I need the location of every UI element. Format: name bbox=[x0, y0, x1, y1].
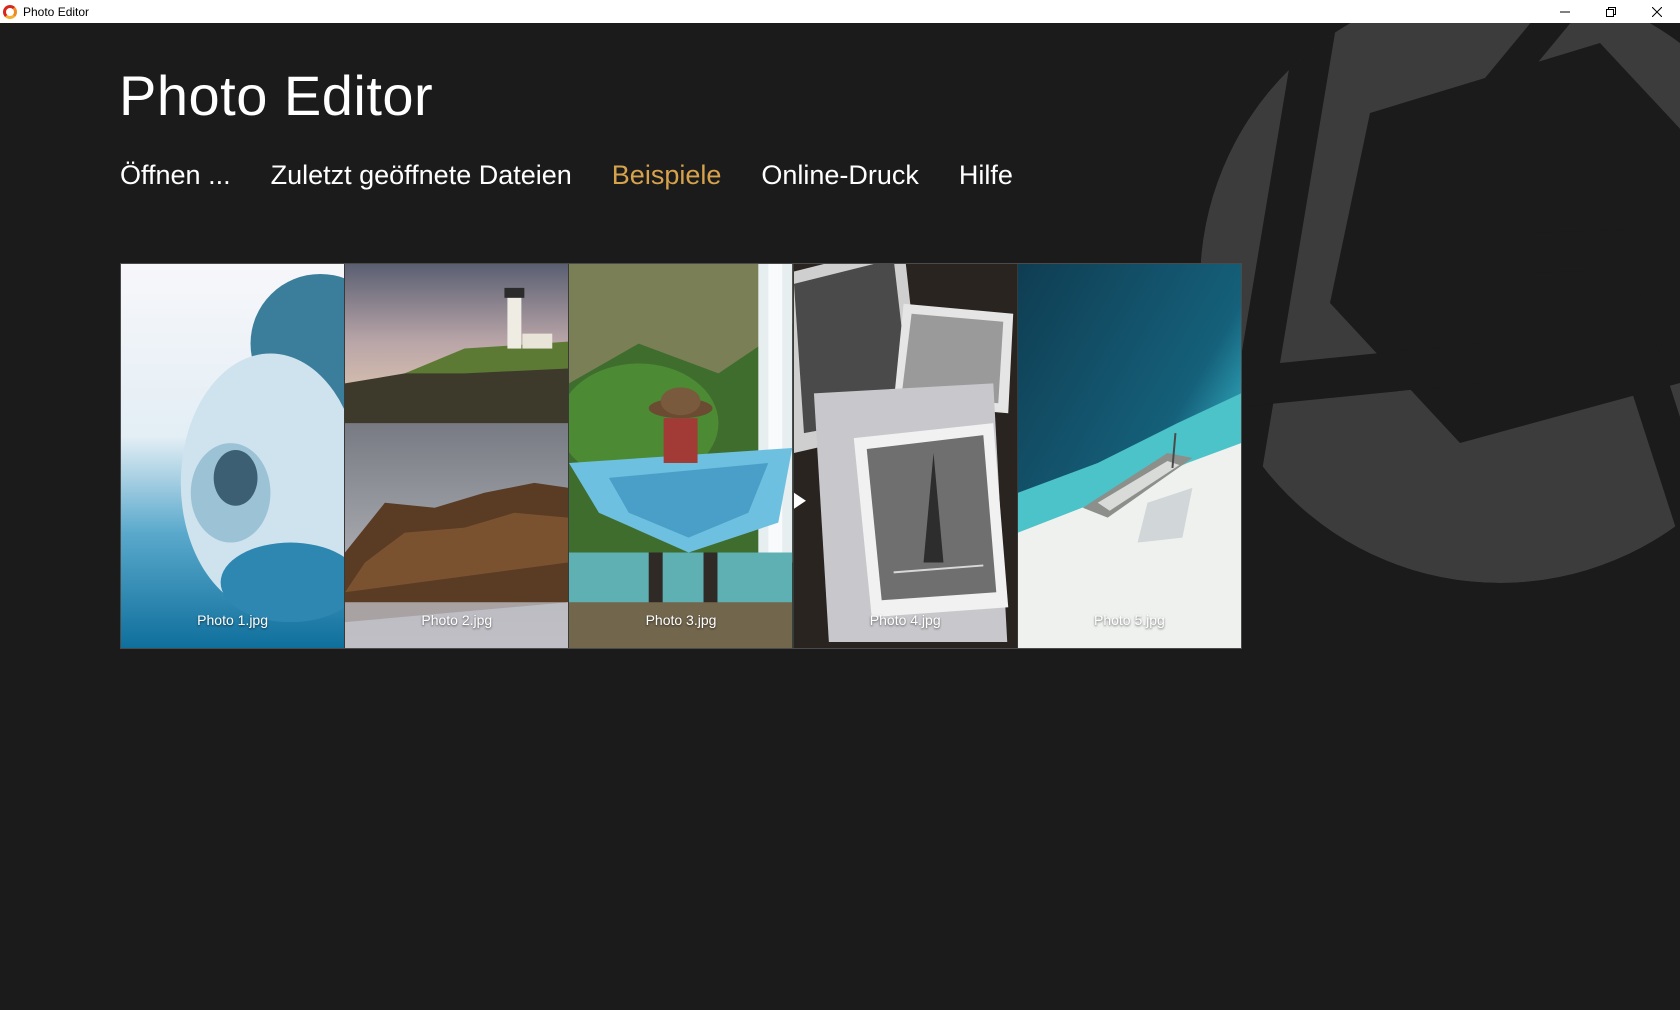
nav-online-print[interactable]: Online-Druck bbox=[761, 160, 919, 191]
window-controls bbox=[1542, 0, 1680, 23]
nav-help[interactable]: Hilfe bbox=[959, 160, 1013, 191]
photo-label: Photo 5.jpg bbox=[1093, 612, 1165, 628]
close-icon bbox=[1652, 6, 1662, 17]
close-button[interactable] bbox=[1634, 0, 1680, 23]
example-gallery: Photo 1.jpg Photo 2.jpg Photo 3.jpg Phot… bbox=[120, 263, 1242, 649]
minimize-button[interactable] bbox=[1542, 0, 1588, 23]
boat-beach-thumbnail bbox=[1017, 264, 1242, 648]
gallery-item-photo-3[interactable]: Photo 3.jpg bbox=[569, 264, 794, 648]
gallery-item-photo-5[interactable]: Photo 5.jpg bbox=[1017, 264, 1242, 648]
gallery-item-photo-2[interactable]: Photo 2.jpg bbox=[345, 264, 570, 648]
gallery-item-photo-1[interactable]: Photo 1.jpg bbox=[121, 264, 346, 648]
aperture-icon bbox=[1200, 23, 1680, 583]
hammock-waterfall-thumbnail bbox=[569, 264, 793, 648]
nav-recent-files[interactable]: Zuletzt geöffnete Dateien bbox=[271, 160, 572, 191]
photo-label: Photo 4.jpg bbox=[869, 612, 941, 628]
vintage-photos-thumbnail bbox=[793, 264, 1017, 648]
main-nav: Öffnen ... Zuletzt geöffnete Dateien Bei… bbox=[120, 160, 1013, 191]
app-logo-icon bbox=[3, 4, 17, 19]
page-title: Photo Editor bbox=[119, 64, 434, 127]
lighthouse-thumbnail bbox=[345, 264, 569, 648]
main-area: Photo Editor Öffnen ... Zuletzt geöffnet… bbox=[0, 23, 1680, 1010]
photo-label: Photo 2.jpg bbox=[421, 612, 493, 628]
window-title: Photo Editor bbox=[23, 4, 90, 19]
title-bar: Photo Editor bbox=[0, 0, 1680, 23]
photo-label: Photo 3.jpg bbox=[645, 612, 717, 628]
gallery-item-photo-4[interactable]: Photo 4.jpg bbox=[793, 264, 1018, 648]
photo-label: Photo 1.jpg bbox=[197, 612, 269, 628]
polar-bear-thumbnail bbox=[121, 264, 345, 648]
minimize-icon bbox=[1560, 11, 1570, 12]
restore-icon bbox=[1606, 6, 1616, 17]
nav-open[interactable]: Öffnen ... bbox=[120, 160, 231, 191]
restore-button[interactable] bbox=[1588, 0, 1634, 23]
nav-examples[interactable]: Beispiele bbox=[612, 160, 722, 191]
